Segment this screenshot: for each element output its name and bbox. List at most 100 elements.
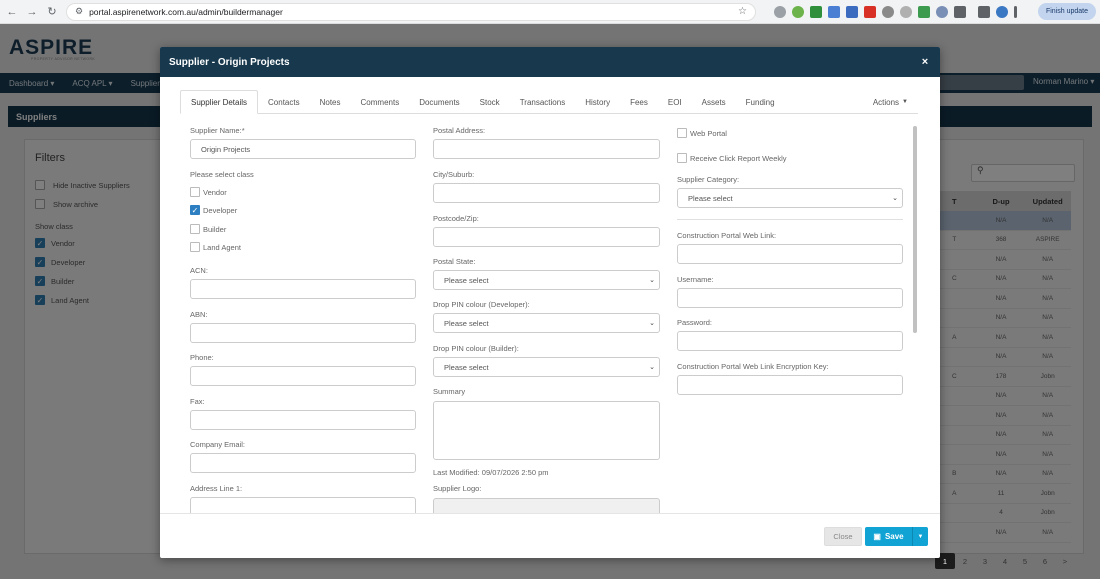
pen-extension-icon[interactable]: [846, 5, 858, 18]
fax-input[interactable]: [190, 410, 416, 430]
actions-label: Actions: [872, 97, 900, 107]
abn-input[interactable]: [190, 323, 416, 343]
checkbox[interactable]: [190, 187, 200, 197]
chevron-down-icon: ⌄: [649, 364, 655, 371]
tab-fees[interactable]: Fees: [620, 90, 658, 114]
save-main[interactable]: ▣ Save: [865, 527, 913, 546]
tab-documents[interactable]: Documents: [409, 90, 469, 114]
modal-body[interactable]: Supplier Name:* Origin Projects Please s…: [160, 117, 940, 513]
media-icon[interactable]: [978, 5, 990, 18]
company-email-label: Company Email:: [190, 440, 246, 449]
checkbox[interactable]: [190, 224, 200, 234]
pin-developer-select[interactable]: Please select ⌄: [433, 313, 660, 333]
puzzle-green-extension-icon[interactable]: [918, 5, 930, 18]
class-land-agent[interactable]: Land Agent: [190, 242, 241, 252]
tab-comments[interactable]: Comments: [351, 90, 410, 114]
supplier-category-select[interactable]: Please select ⌄: [677, 188, 903, 208]
encryption-key-input[interactable]: [677, 375, 903, 395]
page-link[interactable]: 2: [955, 553, 975, 569]
tab-stock[interactable]: Stock: [470, 90, 510, 114]
city-suburb-label: City/Suburb:: [433, 170, 475, 179]
tab-eoi[interactable]: EOI: [658, 90, 692, 114]
shield-extension-icon[interactable]: [900, 5, 912, 18]
tab-funding[interactable]: Funding: [736, 90, 785, 114]
checkbox[interactable]: [677, 153, 687, 163]
red-extension-icon[interactable]: [864, 5, 876, 18]
company-email-input[interactable]: [190, 453, 416, 473]
tab-transactions[interactable]: Transactions: [510, 90, 576, 114]
tab-assets[interactable]: Assets: [692, 90, 736, 114]
click-report-option[interactable]: Receive Click Report Weekly: [677, 153, 787, 163]
modal-title: Supplier - Origin Projects: [169, 56, 290, 68]
pin-builder-select[interactable]: Please select ⌄: [433, 357, 660, 377]
address-line-1-input[interactable]: [190, 497, 416, 513]
class-vendor[interactable]: Vendor: [190, 187, 227, 197]
finish-update-button[interactable]: Finish update: [1037, 3, 1096, 20]
gear-extension-icon[interactable]: [936, 5, 948, 18]
save-button[interactable]: ▣ Save ▼: [865, 527, 928, 546]
page-link[interactable]: 5: [1015, 553, 1035, 569]
city-suburb-input[interactable]: [433, 183, 660, 203]
pagination: 1 2 3 4 5 6 >: [935, 553, 1075, 569]
blue-extension-icon[interactable]: [828, 5, 840, 18]
reload-icon[interactable]: ↻: [44, 4, 60, 20]
class-builder[interactable]: Builder: [190, 224, 226, 234]
forward-icon[interactable]: →: [24, 4, 40, 20]
save-options-caret-icon[interactable]: ▼: [913, 534, 928, 540]
new-extension-icon[interactable]: [810, 5, 822, 18]
bookmark-star-icon[interactable]: ☆: [738, 6, 747, 17]
chevron-down-icon: ⌄: [649, 277, 655, 284]
web-portal-option[interactable]: Web Portal: [677, 128, 727, 138]
tab-supplier-details[interactable]: Supplier Details: [180, 90, 259, 114]
modal-tabs: Supplier Details Contacts Notes Comments…: [180, 90, 918, 114]
click-report-label: Receive Click Report Weekly: [690, 153, 787, 163]
summary-textarea[interactable]: [433, 401, 660, 460]
password-input[interactable]: [677, 331, 903, 351]
username-input[interactable]: [677, 288, 903, 308]
encryption-key-label: Construction Portal Web Link Encryption …: [677, 362, 829, 371]
class-developer[interactable]: ✓ Developer: [190, 205, 237, 215]
extensions-icon[interactable]: [954, 5, 966, 18]
class-builder-label: Builder: [203, 224, 227, 234]
postal-address-input[interactable]: [433, 139, 660, 159]
checkbox[interactable]: [190, 242, 200, 252]
address-bar[interactable]: ⚙ portal.aspirenetwork.com.au/admin/buil…: [66, 2, 756, 21]
portal-link-input[interactable]: [677, 244, 903, 264]
gray-extension-icon[interactable]: [882, 5, 894, 18]
profile-avatar-icon[interactable]: [996, 5, 1008, 18]
acn-label: ACN:: [190, 266, 208, 275]
page-link[interactable]: 6: [1035, 553, 1055, 569]
actions-dropdown[interactable]: Actions ▼: [873, 90, 908, 114]
postcode-input[interactable]: [433, 227, 660, 247]
acn-input[interactable]: [190, 279, 416, 299]
url-text: portal.aspirenetwork.com.au/admin/builde…: [89, 6, 283, 17]
modal-scrollbar[interactable]: [913, 126, 917, 333]
modal-header: Supplier - Origin Projects ×: [160, 47, 940, 77]
supplier-logo-upload[interactable]: [433, 498, 660, 513]
tab-history[interactable]: History: [575, 90, 620, 114]
supplier-name-input[interactable]: Origin Projects: [190, 139, 416, 159]
class-developer-label: Developer: [203, 205, 238, 215]
close-button[interactable]: Close: [824, 527, 862, 546]
postal-address-label: Postal Address:: [433, 126, 486, 135]
last-modified-text: Last Modified: 09/07/2026 2:50 pm: [433, 468, 549, 477]
checkbox[interactable]: [677, 128, 687, 138]
page-link[interactable]: 4: [995, 553, 1015, 569]
close-icon[interactable]: ×: [918, 55, 932, 69]
camera-extension-icon[interactable]: [774, 5, 786, 18]
check-icon[interactable]: ✓: [190, 205, 200, 215]
menu-dots-icon[interactable]: [1014, 5, 1017, 18]
tab-contacts[interactable]: Contacts: [258, 90, 310, 114]
portal-link-label: Construction Portal Web Link:: [677, 231, 777, 240]
green-extension-icon[interactable]: [792, 5, 804, 18]
back-icon[interactable]: ←: [4, 4, 20, 20]
site-info-icon[interactable]: ⚙: [75, 6, 83, 17]
tab-notes[interactable]: Notes: [310, 90, 351, 114]
postal-state-select[interactable]: Please select ⌄: [433, 270, 660, 290]
chevron-down-icon: ⌄: [649, 320, 655, 327]
page-link[interactable]: >: [1055, 553, 1075, 569]
phone-input[interactable]: [190, 366, 416, 386]
password-label: Password:: [677, 318, 713, 327]
class-label: Please select class: [190, 170, 254, 179]
page-link[interactable]: 3: [975, 553, 995, 569]
